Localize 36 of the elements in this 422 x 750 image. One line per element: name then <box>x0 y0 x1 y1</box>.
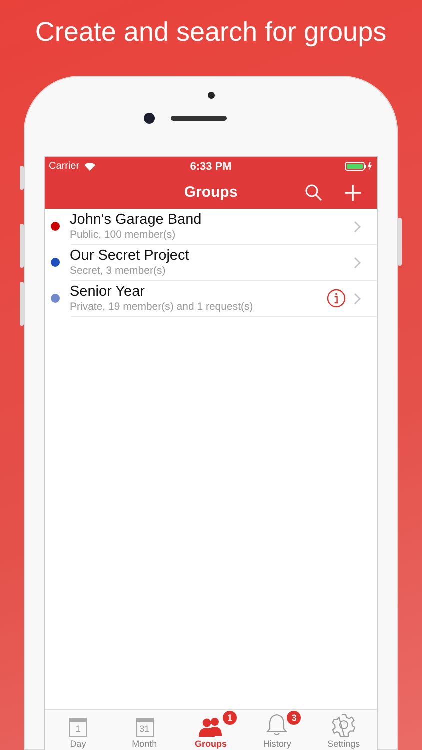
add-icon[interactable] <box>345 184 361 201</box>
wifi-icon <box>84 162 96 172</box>
camera-lens <box>144 112 154 124</box>
tab-item[interactable]: 1 Groups <box>178 710 244 750</box>
tab-item[interactable]: 3 History <box>244 710 311 750</box>
group-name: John's Garage Band <box>70 212 203 229</box>
tab-item[interactable]: 31 Month <box>111 710 178 750</box>
group-detail: Secret, 3 member(s) <box>70 264 167 278</box>
headline: Create and search for groups <box>34 16 388 50</box>
settings-icon <box>332 713 356 737</box>
bell-icon <box>266 713 288 737</box>
group-detail: Public, 100 member(s) <box>70 228 177 242</box>
chevron-icon <box>354 292 361 305</box>
group-row[interactable]: Senior Year Private, 19 member(s) and 1 request(s) <box>45 280 377 317</box>
chevron-icon <box>354 256 361 269</box>
carrier-name: Carrier <box>49 161 80 172</box>
sensor-dot <box>208 92 214 99</box>
status-time: 6:33 PM <box>190 160 232 173</box>
group-name: Our Secret Project <box>70 248 190 265</box>
people-icon <box>198 717 224 737</box>
calendar-icon: 31 <box>136 718 154 737</box>
tab-item[interactable]: Settings <box>310 710 378 750</box>
group-row[interactable]: John's Garage Band Public, 100 member(s) <box>45 208 377 245</box>
group-name: Senior Year <box>70 284 146 301</box>
chevron-icon <box>354 220 361 233</box>
notification-badge: 1 <box>223 711 238 725</box>
earpiece-speaker <box>170 116 226 121</box>
tab-item[interactable]: 1 Day <box>45 710 112 750</box>
group-row[interactable]: Our Secret Project Secret, 3 member(s) <box>45 244 377 281</box>
info-icon[interactable] <box>327 289 346 308</box>
calendar-icon: 1 <box>69 718 88 737</box>
group-detail: Private, 19 member(s) and 1 request(s) <box>70 300 254 314</box>
search-icon[interactable] <box>305 184 323 202</box>
screen-title: Groups <box>184 184 238 202</box>
battery-icon <box>345 162 373 172</box>
notification-badge: 3 <box>287 711 302 725</box>
